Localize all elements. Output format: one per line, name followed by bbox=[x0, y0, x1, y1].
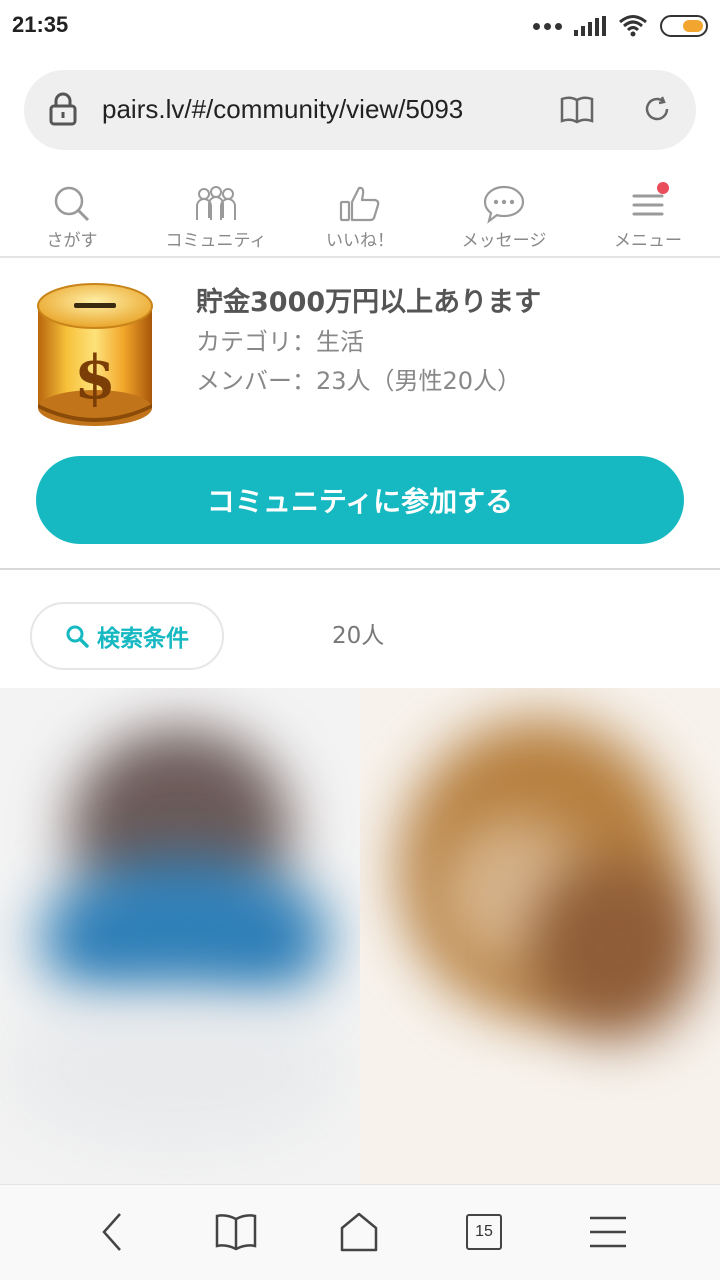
member-photo-grid bbox=[0, 688, 720, 1184]
nav-likes[interactable]: いいね！ bbox=[290, 180, 430, 256]
result-count: 20人 bbox=[332, 623, 385, 649]
member-photo[interactable] bbox=[360, 688, 720, 1184]
search-icon bbox=[54, 186, 90, 222]
search-icon bbox=[66, 625, 89, 648]
coin-bank-icon: $ bbox=[37, 283, 153, 426]
url-text[interactable]: pairs.lv/#/community/view/5093 bbox=[102, 94, 547, 125]
nav-menu[interactable]: メニュー bbox=[578, 180, 718, 256]
community-category: カテゴリ：生活 bbox=[196, 328, 364, 356]
status-time: 21:35 bbox=[12, 12, 69, 37]
member-photo[interactable] bbox=[0, 688, 360, 1184]
message-icon bbox=[483, 185, 525, 224]
search-conditions-label: 検索条件 bbox=[97, 626, 189, 652]
back-icon[interactable] bbox=[96, 1210, 128, 1254]
reader-mode-icon[interactable] bbox=[560, 96, 594, 124]
nav-label-messages: メッセージ bbox=[461, 231, 547, 251]
main-nav: さがす コミュニティ いいね！ メッセージ メニュー bbox=[0, 180, 720, 258]
nav-messages[interactable]: メッセージ bbox=[434, 180, 574, 256]
nav-label-menu: メニュー bbox=[614, 231, 682, 251]
notification-badge bbox=[657, 182, 669, 194]
menu-icon[interactable] bbox=[588, 1214, 628, 1250]
tabs-button[interactable]: 15 bbox=[466, 1214, 502, 1250]
community-members: メンバー：23人（男性20人） bbox=[196, 367, 522, 395]
nav-label-search: さがす bbox=[46, 231, 98, 251]
home-icon[interactable] bbox=[338, 1210, 380, 1254]
lock-icon bbox=[49, 92, 77, 126]
svg-text:$: $ bbox=[74, 343, 116, 413]
battery-icon bbox=[660, 15, 708, 37]
address-bar[interactable]: pairs.lv/#/community/view/5093 bbox=[24, 70, 696, 150]
nav-label-community: コミュニティ bbox=[165, 231, 267, 251]
section-divider bbox=[0, 568, 720, 570]
community-title: 貯金3000万円以上あります bbox=[196, 287, 542, 318]
thumbs-up-icon bbox=[339, 186, 380, 222]
nav-community[interactable]: コミュニティ bbox=[146, 180, 286, 256]
reload-icon[interactable] bbox=[642, 94, 672, 124]
wifi-icon bbox=[619, 15, 647, 37]
status-icons bbox=[533, 12, 708, 40]
nav-search[interactable]: さがす bbox=[2, 180, 142, 256]
bookmarks-icon[interactable] bbox=[214, 1212, 258, 1252]
join-community-button[interactable]: コミュニティに参加する bbox=[36, 456, 684, 544]
signal-icon bbox=[574, 16, 606, 36]
status-bar: 21:35 bbox=[0, 0, 720, 52]
nav-label-likes: いいね！ bbox=[326, 231, 394, 251]
more-dots-icon bbox=[533, 22, 562, 30]
community-icon bbox=[196, 186, 236, 220]
search-conditions-button[interactable]: 検索条件 bbox=[30, 602, 224, 670]
